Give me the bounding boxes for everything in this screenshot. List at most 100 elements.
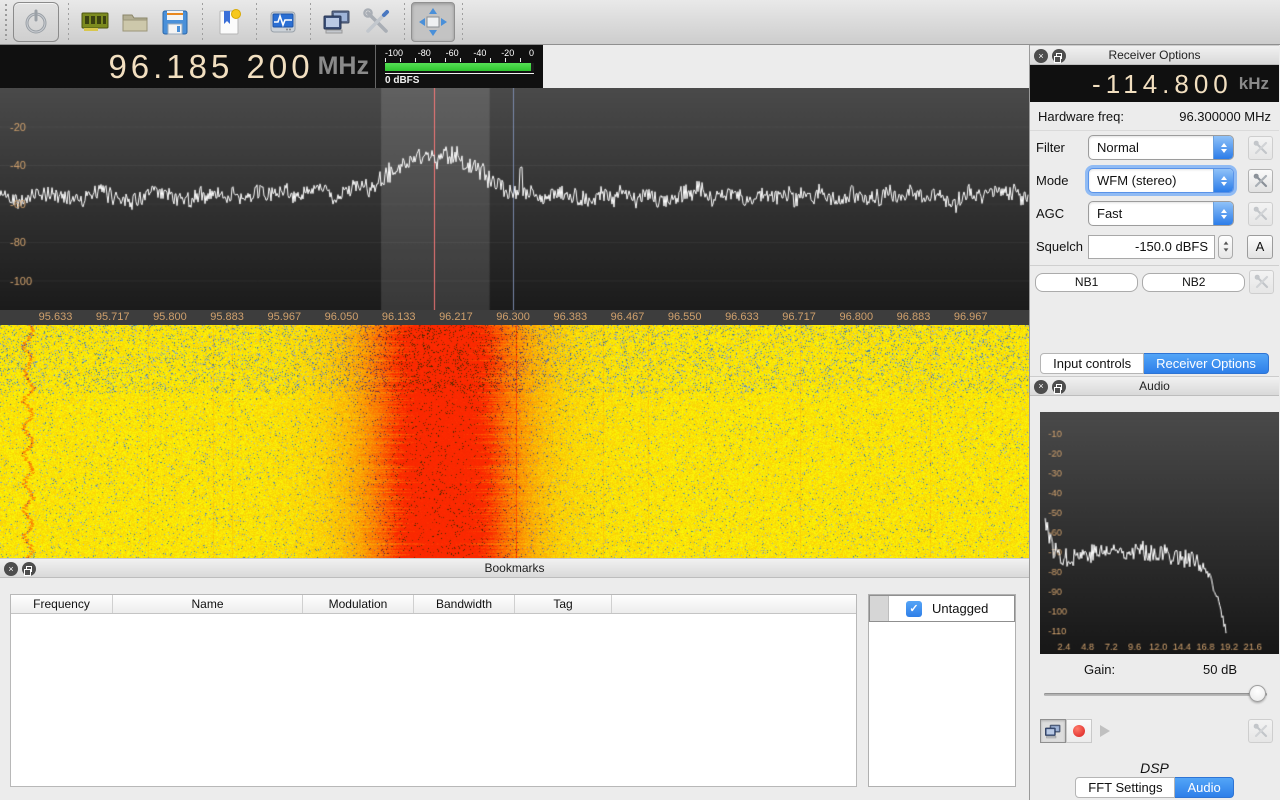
- signal-level-meter: -100-80-60-40-200 0 dBFS: [375, 45, 543, 88]
- spectrum-plot[interactable]: [0, 88, 1029, 310]
- power-icon: [21, 7, 51, 37]
- save-file-button[interactable]: [155, 3, 195, 41]
- open-file-button[interactable]: [115, 3, 155, 41]
- io-devices-button[interactable]: [75, 3, 115, 41]
- nb-options-button[interactable]: [1249, 270, 1274, 294]
- floppy-disk-icon: [159, 6, 191, 38]
- filter-options-button[interactable]: [1248, 136, 1273, 160]
- meter-scale: -100-80-60-40-200: [385, 48, 534, 58]
- freq-axis-label: 96.050: [325, 311, 359, 323]
- tab-audio[interactable]: Audio: [1175, 777, 1233, 798]
- filter-select[interactable]: Normal: [1088, 135, 1234, 160]
- filter-label: Filter: [1036, 140, 1088, 155]
- record-icon: [1073, 725, 1085, 737]
- nb1-button[interactable]: NB1: [1035, 273, 1138, 292]
- mode-options-button[interactable]: [1248, 169, 1273, 193]
- tab-input-controls[interactable]: Input controls: [1040, 353, 1144, 374]
- bookmark-page-icon: [213, 6, 245, 38]
- agc-options-button[interactable]: [1248, 202, 1273, 226]
- column-header-name[interactable]: Name: [113, 595, 303, 613]
- squelch-input[interactable]: -150.0 dBFS: [1088, 235, 1215, 259]
- wrench-icon: [1253, 173, 1269, 189]
- noise-blanker-row: NB1 NB2: [1030, 268, 1279, 296]
- freq-axis-label: 95.717: [96, 311, 130, 323]
- gain-slider[interactable]: [1044, 684, 1267, 704]
- auto-squelch-button[interactable]: A: [1247, 235, 1273, 259]
- bookmark-tags-list[interactable]: ✓ Untagged: [868, 594, 1016, 787]
- freq-axis-label: 96.883: [897, 311, 931, 323]
- gqrx-window: 96.185 200 MHz -100-80-60-40-200 0 dBFS …: [0, 0, 1280, 800]
- nb2-button[interactable]: NB2: [1142, 273, 1245, 292]
- dsp-label: DSP: [1030, 760, 1279, 776]
- toolbar-separator: [67, 3, 69, 41]
- gain-slider-track[interactable]: [1044, 693, 1267, 696]
- waterfall-display[interactable]: [0, 325, 1029, 558]
- tab-receiver-options[interactable]: Receiver Options: [1144, 353, 1269, 374]
- tag-color-swatch[interactable]: [870, 596, 889, 621]
- close-icon[interactable]: ×: [1034, 380, 1048, 394]
- freq-axis-label: 96.217: [439, 311, 473, 323]
- agc-value: Fast: [1089, 206, 1213, 221]
- audio-options-button[interactable]: [1248, 719, 1273, 743]
- freq-axis-label: 95.967: [267, 311, 301, 323]
- pan-arrows-icon: [416, 5, 450, 39]
- detach-icon[interactable]: [1052, 380, 1066, 394]
- frequency-display[interactable]: 96.185 200 MHz: [0, 45, 375, 88]
- remote-control-button[interactable]: [317, 3, 357, 41]
- offset-frequency-display[interactable]: -114.800 kHz: [1030, 65, 1279, 102]
- audio-udp-stream-button[interactable]: [1040, 719, 1066, 743]
- frequency-digits[interactable]: 96.185 200: [108, 50, 313, 83]
- wrench-screwdriver-icon: [361, 6, 393, 38]
- close-icon[interactable]: ×: [4, 562, 18, 576]
- tab-fft-settings[interactable]: FFT Settings: [1075, 777, 1175, 798]
- bookmarks-titlebar: × Bookmarks: [0, 558, 1029, 578]
- squelch-spinner[interactable]: [1218, 235, 1233, 259]
- audio-record-button[interactable]: [1066, 719, 1092, 743]
- oscilloscope-icon: [267, 6, 299, 38]
- agc-select[interactable]: Fast: [1088, 201, 1234, 226]
- receiver-options-title: Receiver Options: [1108, 48, 1200, 62]
- audio-play-button[interactable]: [1092, 719, 1118, 743]
- freq-axis-label: 96.800: [839, 311, 873, 323]
- hardware-freq-row: Hardware freq: 96.300000 MHz: [1030, 102, 1279, 131]
- detach-icon[interactable]: [22, 562, 36, 576]
- gain-slider-knob[interactable]: [1249, 685, 1266, 702]
- bookmarks-table-rows[interactable]: [11, 614, 856, 786]
- soundcard-icon: [79, 6, 111, 38]
- bookmarks-table[interactable]: FrequencyNameModulationBandwidthTag: [10, 594, 857, 787]
- close-icon[interactable]: ×: [1034, 49, 1048, 63]
- squelch-label: Squelch: [1036, 239, 1088, 254]
- audio-fft-plot[interactable]: [1040, 412, 1279, 654]
- frequency-unit: MHz: [318, 54, 369, 79]
- column-header-tag[interactable]: Tag: [515, 595, 612, 613]
- column-header-modulation[interactable]: Modulation: [303, 595, 414, 613]
- bookmarks-button[interactable]: [209, 3, 249, 41]
- toolbar-separator: [309, 3, 311, 41]
- freq-axis-label: 96.967: [954, 311, 988, 323]
- hardware-freq-label: Hardware freq:: [1038, 109, 1124, 124]
- agc-row: AGC Fast: [1030, 197, 1279, 230]
- freq-axis-label: 96.467: [611, 311, 645, 323]
- bookmarks-panel: × Bookmarks FrequencyNameModulationBandw…: [0, 558, 1029, 800]
- detach-icon[interactable]: [1052, 49, 1066, 63]
- column-header-frequency[interactable]: Frequency: [11, 595, 113, 613]
- power-button[interactable]: [13, 2, 59, 42]
- column-header-bandwidth[interactable]: Bandwidth: [414, 595, 515, 613]
- meter-scale-label: -100: [385, 48, 403, 58]
- divider: [1030, 265, 1279, 266]
- meter-bar: [385, 63, 531, 71]
- mode-select[interactable]: WFM (stereo): [1088, 168, 1234, 193]
- meter-scale-label: -60: [446, 48, 459, 58]
- toolbar-drag-handle[interactable]: [2, 4, 11, 40]
- frequency-axis[interactable]: 95.63395.71795.80095.88395.96796.05096.1…: [0, 310, 1029, 325]
- pan-view-button[interactable]: [411, 2, 455, 42]
- bookmarks-table-header: FrequencyNameModulationBandwidthTag: [11, 595, 856, 614]
- squelch-row: Squelch -150.0 dBFS A: [1030, 230, 1279, 263]
- agc-label: AGC: [1036, 206, 1088, 221]
- tools-button[interactable]: [357, 3, 397, 41]
- tag-checkbox[interactable]: ✓: [906, 601, 922, 617]
- tag-row[interactable]: ✓ Untagged: [869, 595, 1015, 622]
- dsp-display-button[interactable]: [263, 3, 303, 41]
- offset-digits[interactable]: -114.800: [1092, 71, 1233, 97]
- tag-label: Untagged: [932, 601, 988, 616]
